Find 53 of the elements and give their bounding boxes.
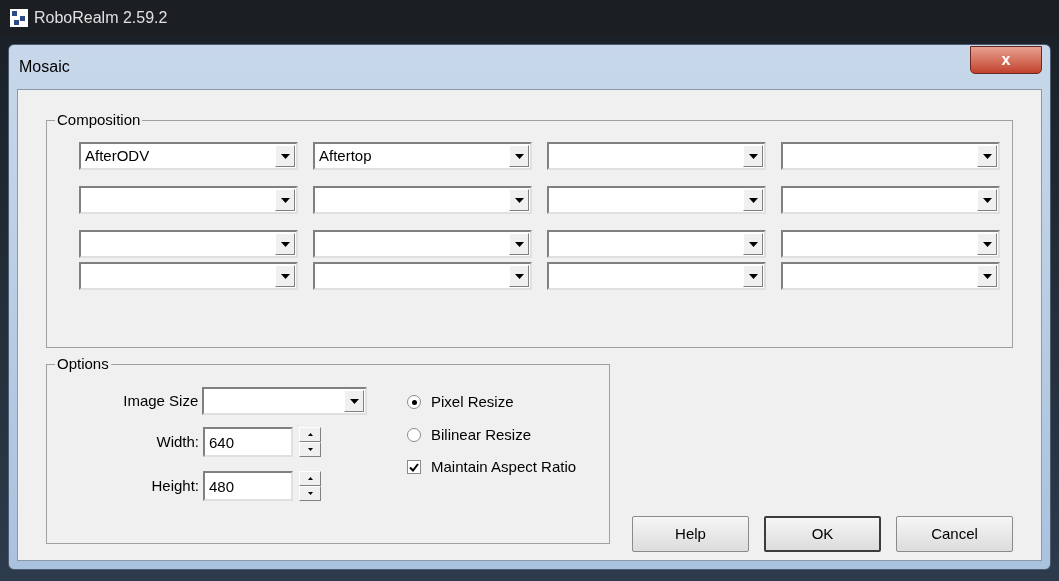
field-label: Image Size — [122, 390, 199, 411]
number-field[interactable]: 640 — [203, 427, 293, 457]
caret-icon — [748, 273, 758, 279]
dropdown[interactable] — [781, 230, 1000, 258]
checkbox-label: Maintain Aspect Ratio — [431, 457, 577, 477]
dropdown[interactable] — [79, 230, 298, 258]
dropdown[interactable] — [547, 230, 766, 258]
caret-icon — [982, 241, 992, 247]
checkbox[interactable] — [407, 460, 421, 475]
app-icon — [10, 9, 28, 27]
caret-icon — [280, 273, 290, 279]
dropdown[interactable]: Aftertop — [313, 142, 532, 170]
number-field[interactable]: 480 — [203, 471, 293, 501]
dropdown[interactable] — [313, 262, 532, 290]
caret-icon — [982, 197, 992, 203]
radio-button[interactable] — [407, 427, 421, 442]
dropdown[interactable] — [313, 230, 532, 258]
dropdown[interactable] — [547, 142, 766, 170]
dropdown[interactable]: AfterODV — [79, 142, 298, 170]
dropdown[interactable] — [313, 186, 532, 214]
field-label: Width: — [155, 431, 199, 452]
dropdown[interactable] — [781, 262, 1000, 290]
radio-label: Pixel Resize — [431, 392, 514, 412]
caret-icon — [514, 241, 524, 247]
dialog-title: Mosaic — [19, 57, 70, 77]
dialog-button[interactable]: OK — [764, 516, 881, 552]
caret-icon — [280, 241, 290, 247]
dropdown[interactable] — [79, 262, 298, 290]
dialog-button[interactable]: Help — [632, 516, 749, 552]
dropdown[interactable] — [202, 387, 367, 415]
field-label: Height: — [150, 475, 199, 496]
caret-icon — [748, 153, 758, 159]
caret-icon — [748, 241, 758, 247]
caret-icon — [514, 197, 524, 203]
dropdown[interactable] — [781, 142, 1000, 170]
radio-button[interactable] — [407, 395, 421, 410]
caret-icon — [748, 197, 758, 203]
dropdown[interactable] — [79, 186, 298, 214]
caret-icon — [982, 273, 992, 279]
spinner[interactable] — [299, 471, 321, 501]
caret-icon — [349, 398, 359, 404]
caret-icon — [280, 153, 290, 159]
spinner[interactable] — [299, 427, 321, 457]
caret-icon — [982, 153, 992, 159]
dropdown[interactable] — [547, 186, 766, 214]
caret-icon — [280, 197, 290, 203]
radio-label: Bilinear Resize — [431, 424, 532, 445]
caret-icon — [514, 273, 524, 279]
app-title: RoboRealm 2.59.2 — [34, 8, 168, 28]
dropdown[interactable] — [547, 262, 766, 290]
caret-icon — [514, 153, 524, 159]
dialog-button[interactable]: Cancel — [896, 516, 1013, 552]
dropdown[interactable] — [781, 186, 1000, 214]
